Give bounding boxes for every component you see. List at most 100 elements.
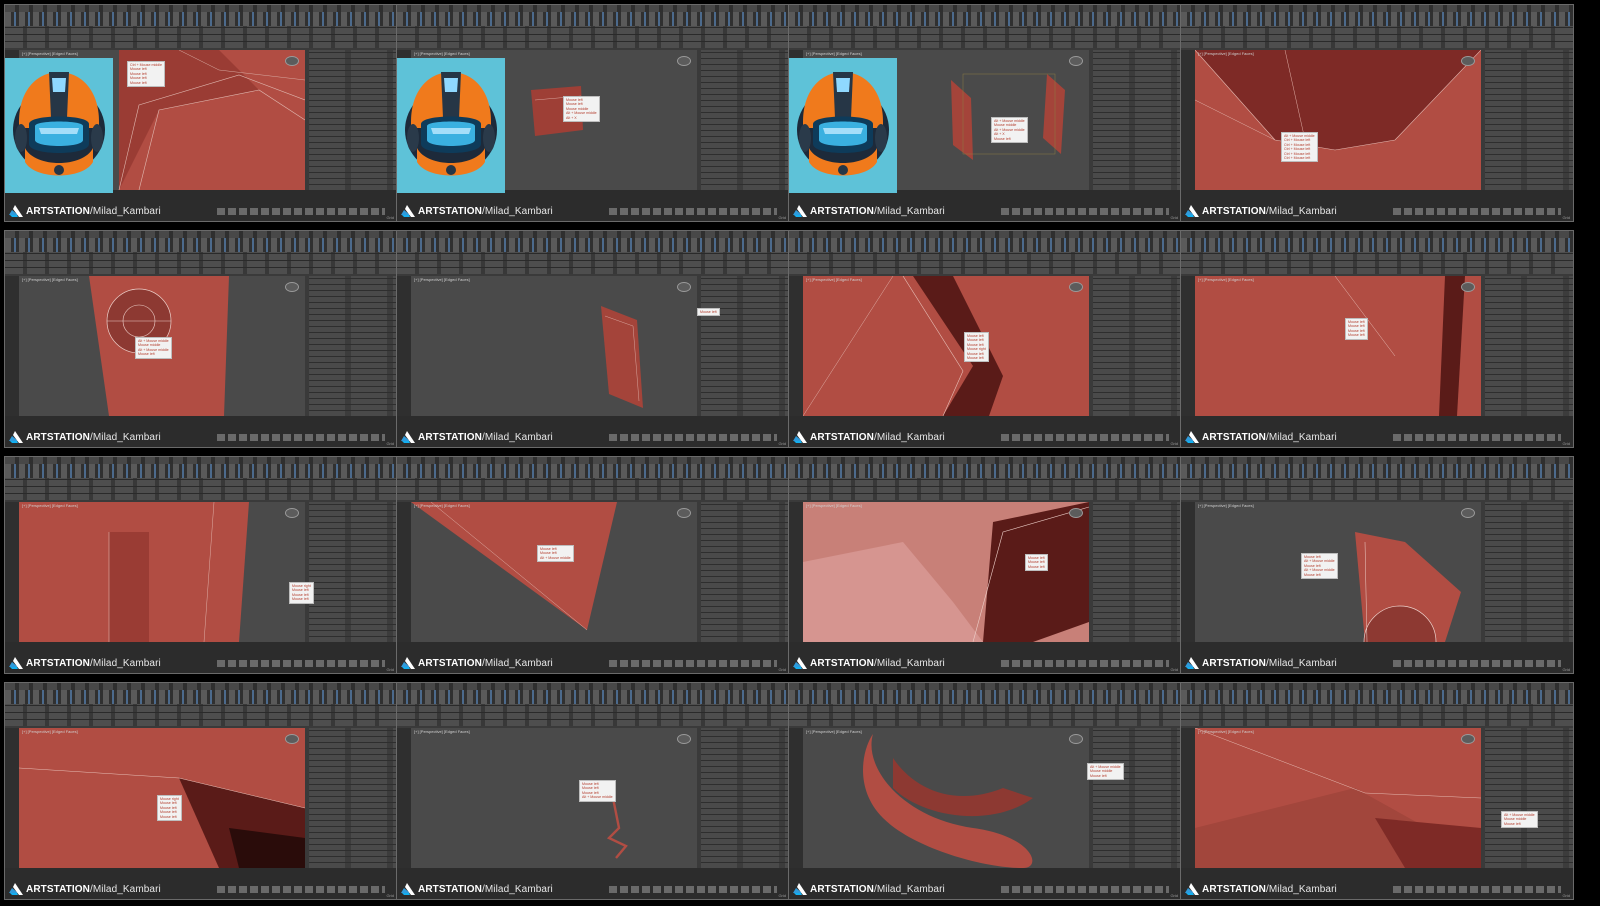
viewcube-icon[interactable] (285, 282, 299, 292)
playback-controls[interactable] (217, 660, 385, 667)
left-tool-strip[interactable] (1181, 276, 1195, 416)
command-panel[interactable] (701, 50, 789, 190)
main-toolbar[interactable] (789, 12, 1181, 26)
viewport-label[interactable]: [+] [Perspective] [Edged Faces] (806, 503, 862, 508)
viewport-label[interactable]: [+] [Perspective] [Edged Faces] (414, 729, 470, 734)
command-panel[interactable] (309, 50, 397, 190)
main-toolbar[interactable] (5, 690, 397, 704)
modeling-ribbon[interactable] (789, 252, 1181, 274)
playback-controls[interactable] (1393, 208, 1561, 215)
command-panel[interactable] (701, 728, 789, 868)
command-panel[interactable] (309, 502, 397, 642)
menu-bar[interactable] (789, 231, 1181, 238)
perspective-viewport[interactable]: [+] [Perspective] [Edged Faces] (1195, 276, 1481, 416)
viewcube-icon[interactable] (677, 734, 691, 744)
perspective-viewport[interactable]: [+] [Perspective] [Edged Faces] (411, 276, 697, 416)
perspective-viewport[interactable]: [+] [Perspective] [Edged Faces] (411, 502, 697, 642)
playback-controls[interactable] (1393, 660, 1561, 667)
playback-controls[interactable] (1001, 434, 1169, 441)
viewcube-icon[interactable] (677, 282, 691, 292)
main-toolbar[interactable] (1181, 464, 1573, 478)
perspective-viewport[interactable]: [+] [Perspective] [Edged Faces] (411, 728, 697, 868)
viewcube-icon[interactable] (1461, 508, 1475, 518)
menu-bar[interactable] (5, 231, 397, 238)
modeling-ribbon[interactable] (1181, 478, 1573, 500)
main-toolbar[interactable] (5, 238, 397, 252)
playback-controls[interactable] (1001, 886, 1169, 893)
left-tool-strip[interactable] (1181, 728, 1195, 868)
command-panel[interactable] (1093, 728, 1181, 868)
main-toolbar[interactable] (1181, 690, 1573, 704)
left-tool-strip[interactable] (397, 502, 411, 642)
modeling-ribbon[interactable] (1181, 26, 1573, 48)
viewport-label[interactable]: [+] [Perspective] [Edged Faces] (806, 51, 862, 56)
main-toolbar[interactable] (397, 690, 789, 704)
menu-bar[interactable] (5, 457, 397, 464)
viewcube-icon[interactable] (1461, 282, 1475, 292)
viewport-label[interactable]: [+] [Perspective] [Edged Faces] (1198, 503, 1254, 508)
playback-controls[interactable] (1393, 886, 1561, 893)
viewport-label[interactable]: [+] [Perspective] [Edged Faces] (22, 729, 78, 734)
modeling-ribbon[interactable] (397, 478, 789, 500)
modeling-ribbon[interactable] (789, 704, 1181, 726)
modeling-ribbon[interactable] (5, 252, 397, 274)
main-toolbar[interactable] (789, 238, 1181, 252)
command-panel[interactable] (701, 502, 789, 642)
perspective-viewport[interactable]: [+] [Perspective] [Edged Faces] (803, 728, 1089, 868)
viewport-label[interactable]: [+] [Perspective] [Edged Faces] (414, 503, 470, 508)
left-tool-strip[interactable] (397, 276, 411, 416)
viewport-label[interactable]: [+] [Perspective] [Edged Faces] (22, 51, 78, 56)
playback-controls[interactable] (609, 660, 777, 667)
main-toolbar[interactable] (5, 464, 397, 478)
modeling-ribbon[interactable] (397, 252, 789, 274)
menu-bar[interactable] (397, 683, 789, 690)
viewport-label[interactable]: [+] [Perspective] [Edged Faces] (806, 729, 862, 734)
left-tool-strip[interactable] (5, 276, 19, 416)
playback-controls[interactable] (217, 208, 385, 215)
menu-bar[interactable] (397, 457, 789, 464)
viewport-label[interactable]: [+] [Perspective] [Edged Faces] (22, 503, 78, 508)
menu-bar[interactable] (5, 683, 397, 690)
menu-bar[interactable] (789, 683, 1181, 690)
viewport-label[interactable]: [+] [Perspective] [Edged Faces] (414, 51, 470, 56)
viewcube-icon[interactable] (677, 508, 691, 518)
command-panel[interactable] (1485, 728, 1573, 868)
viewcube-icon[interactable] (1069, 734, 1083, 744)
modeling-ribbon[interactable] (1181, 252, 1573, 274)
command-panel[interactable] (1485, 50, 1573, 190)
main-toolbar[interactable] (789, 690, 1181, 704)
viewcube-icon[interactable] (1069, 282, 1083, 292)
menu-bar[interactable] (397, 231, 789, 238)
left-tool-strip[interactable] (5, 502, 19, 642)
main-toolbar[interactable] (1181, 12, 1573, 26)
menu-bar[interactable] (1181, 5, 1573, 12)
playback-controls[interactable] (1001, 208, 1169, 215)
playback-controls[interactable] (217, 434, 385, 441)
viewcube-icon[interactable] (285, 734, 299, 744)
playback-controls[interactable] (217, 886, 385, 893)
main-toolbar[interactable] (397, 12, 789, 26)
viewport-label[interactable]: [+] [Perspective] [Edged Faces] (1198, 729, 1254, 734)
left-tool-strip[interactable] (789, 276, 803, 416)
left-tool-strip[interactable] (789, 502, 803, 642)
command-panel[interactable] (701, 276, 789, 416)
playback-controls[interactable] (1393, 434, 1561, 441)
perspective-viewport[interactable]: [+] [Perspective] [Edged Faces] (1195, 728, 1481, 868)
playback-controls[interactable] (1001, 660, 1169, 667)
modeling-ribbon[interactable] (1181, 704, 1573, 726)
command-panel[interactable] (1093, 50, 1181, 190)
command-panel[interactable] (1485, 276, 1573, 416)
playback-controls[interactable] (609, 434, 777, 441)
viewcube-icon[interactable] (1069, 56, 1083, 66)
command-panel[interactable] (1093, 276, 1181, 416)
command-panel[interactable] (1093, 502, 1181, 642)
main-toolbar[interactable] (1181, 238, 1573, 252)
perspective-viewport[interactable]: [+] [Perspective] [Edged Faces] (19, 502, 305, 642)
command-panel[interactable] (309, 276, 397, 416)
menu-bar[interactable] (1181, 683, 1573, 690)
left-tool-strip[interactable] (397, 728, 411, 868)
viewcube-icon[interactable] (285, 508, 299, 518)
modeling-ribbon[interactable] (397, 26, 789, 48)
main-toolbar[interactable] (789, 464, 1181, 478)
left-tool-strip[interactable] (789, 728, 803, 868)
